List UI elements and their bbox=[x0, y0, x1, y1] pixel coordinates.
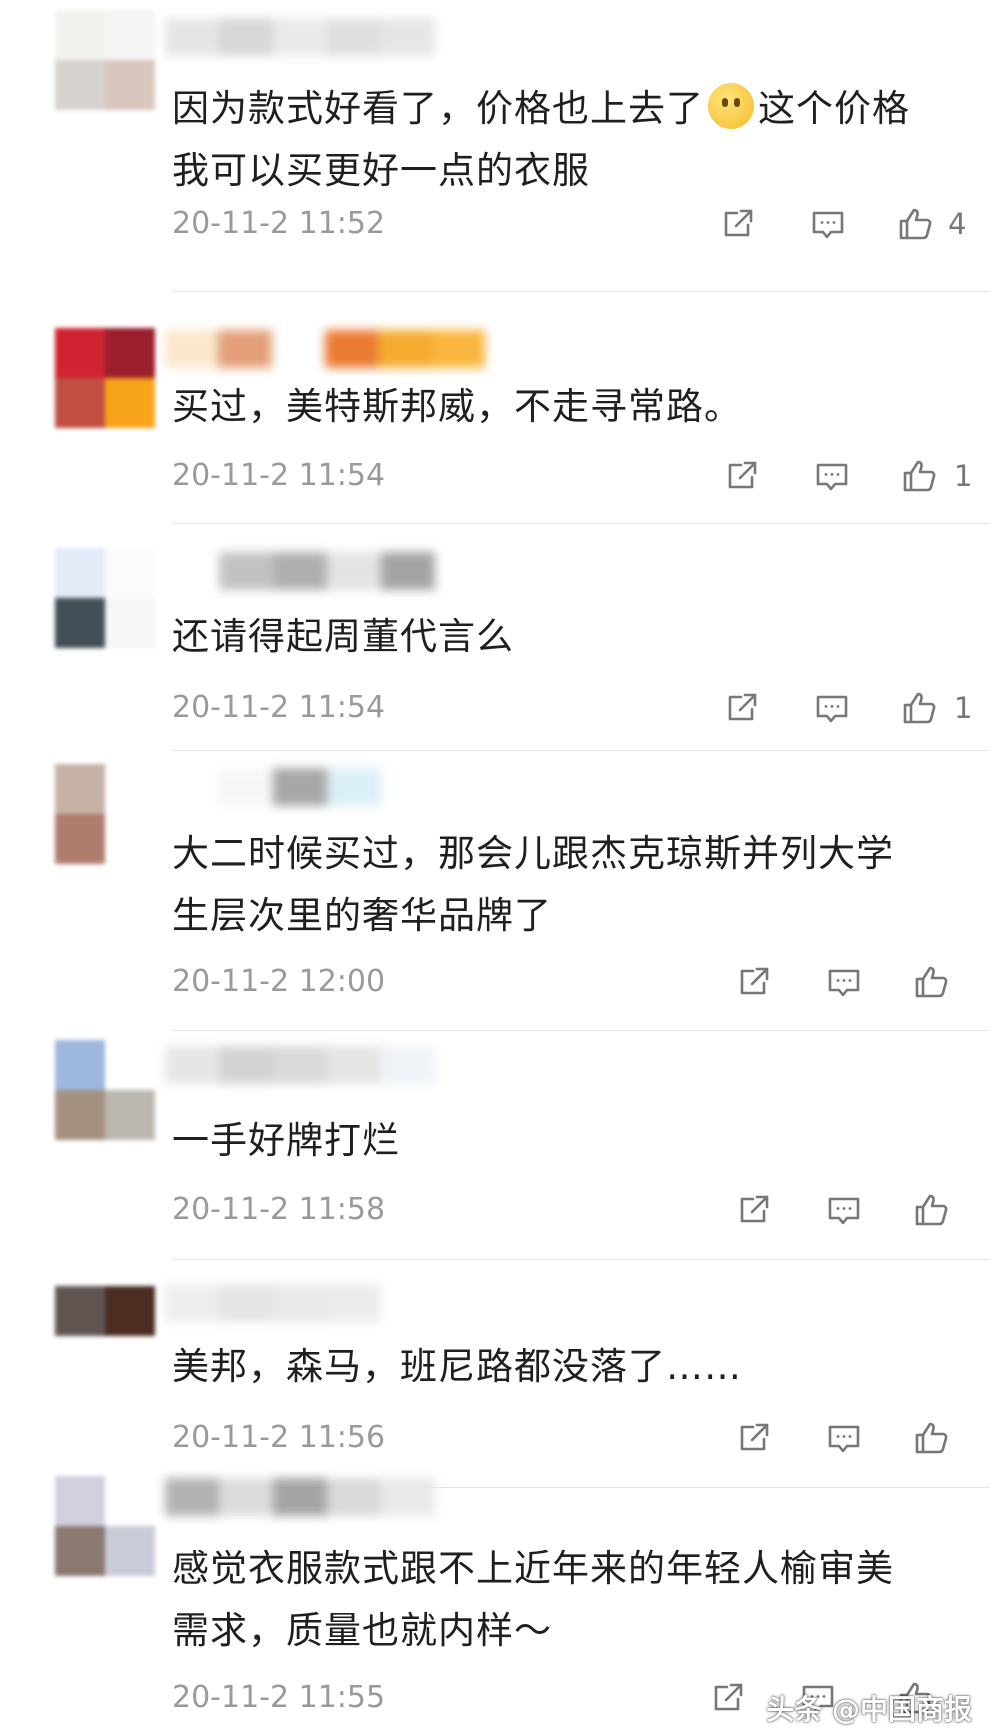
comment-icon[interactable] bbox=[808, 204, 848, 244]
comment-meta: 20-11-2 11:52 4 bbox=[172, 202, 992, 246]
timestamp: 20-11-2 11:56 bbox=[172, 1420, 386, 1455]
avatar[interactable] bbox=[55, 10, 155, 110]
thumbs-up-icon[interactable] bbox=[900, 688, 940, 728]
avatar[interactable] bbox=[55, 1040, 155, 1140]
timestamp: 20-11-2 11:58 bbox=[172, 1192, 386, 1227]
avatar[interactable] bbox=[55, 328, 155, 428]
timestamp: 20-11-2 11:54 bbox=[172, 458, 386, 493]
comment-icon[interactable] bbox=[812, 688, 852, 728]
divider bbox=[172, 291, 990, 292]
comment-text: 感觉衣服款式跟不上近年来的年轻人榆审美 需求，质量也就内样～ bbox=[172, 1547, 894, 1652]
share-icon[interactable] bbox=[718, 204, 758, 244]
divider bbox=[172, 750, 990, 751]
comment-text: 美邦，森马，班尼路都没落了…… bbox=[172, 1345, 742, 1388]
comment-icon[interactable] bbox=[824, 1418, 864, 1458]
comment-text: 大二时候买过，那会儿跟杰克琼斯并列大学 生层次里的奢华品牌了 bbox=[172, 832, 894, 937]
comment-icon[interactable] bbox=[824, 962, 864, 1002]
comment-text: 买过，美特斯邦威，不走寻常路。 bbox=[172, 385, 742, 428]
username-blurred[interactable] bbox=[165, 1284, 485, 1322]
like-count: 4 bbox=[948, 207, 967, 241]
comment-text: 还请得起周董代言么 bbox=[172, 615, 514, 658]
username-blurred[interactable] bbox=[165, 18, 485, 56]
comment-meta: 20-11-2 12:00 bbox=[172, 960, 992, 1004]
thumbs-up-icon[interactable] bbox=[912, 1190, 952, 1230]
timestamp: 20-11-2 11:55 bbox=[172, 1680, 386, 1715]
thumbs-up-icon[interactable] bbox=[912, 962, 952, 1002]
username-blurred[interactable] bbox=[165, 768, 485, 806]
like-count: 1 bbox=[954, 459, 973, 493]
share-icon[interactable] bbox=[734, 1418, 774, 1458]
avatar[interactable] bbox=[55, 1476, 155, 1576]
thumbs-up-icon[interactable] bbox=[900, 456, 940, 496]
avatar[interactable] bbox=[55, 1286, 155, 1336]
divider bbox=[172, 523, 990, 524]
comment-meta: 20-11-2 11:58 bbox=[172, 1188, 992, 1232]
username-blurred[interactable] bbox=[165, 330, 485, 368]
comment-text: 因为款式好看了，价格也上去了 这个价格 我可以买更好一点的衣服 bbox=[172, 78, 992, 202]
avatar[interactable] bbox=[55, 764, 155, 864]
timestamp: 20-11-2 11:54 bbox=[172, 690, 386, 725]
thumbs-up-icon[interactable] bbox=[912, 1418, 952, 1458]
thumbs-up-icon[interactable] bbox=[896, 204, 936, 244]
share-icon[interactable] bbox=[734, 962, 774, 1002]
share-icon[interactable] bbox=[734, 1190, 774, 1230]
comment-icon[interactable] bbox=[824, 1190, 864, 1230]
divider bbox=[172, 1259, 990, 1260]
comment-meta: 20-11-2 11:56 bbox=[172, 1416, 992, 1460]
comment-icon[interactable] bbox=[812, 456, 852, 496]
divider bbox=[172, 1030, 990, 1031]
share-icon[interactable] bbox=[708, 1678, 748, 1718]
timestamp: 20-11-2 11:52 bbox=[172, 206, 386, 241]
username-blurred[interactable] bbox=[165, 552, 485, 590]
watermark: 头条 @中国商报 bbox=[766, 1693, 972, 1726]
comment-meta: 20-11-2 11:54 1 bbox=[172, 686, 992, 730]
timestamp: 20-11-2 12:00 bbox=[172, 964, 386, 999]
avatar[interactable] bbox=[55, 548, 155, 648]
like-count: 1 bbox=[954, 691, 973, 725]
username-blurred[interactable] bbox=[165, 1478, 485, 1516]
username-blurred[interactable] bbox=[165, 1046, 485, 1084]
thinking-face-emoji-icon bbox=[708, 83, 754, 129]
share-icon[interactable] bbox=[722, 688, 762, 728]
comment-meta: 20-11-2 11:54 1 bbox=[172, 454, 992, 498]
share-icon[interactable] bbox=[722, 456, 762, 496]
comment-text: 一手好牌打烂 bbox=[172, 1119, 400, 1162]
